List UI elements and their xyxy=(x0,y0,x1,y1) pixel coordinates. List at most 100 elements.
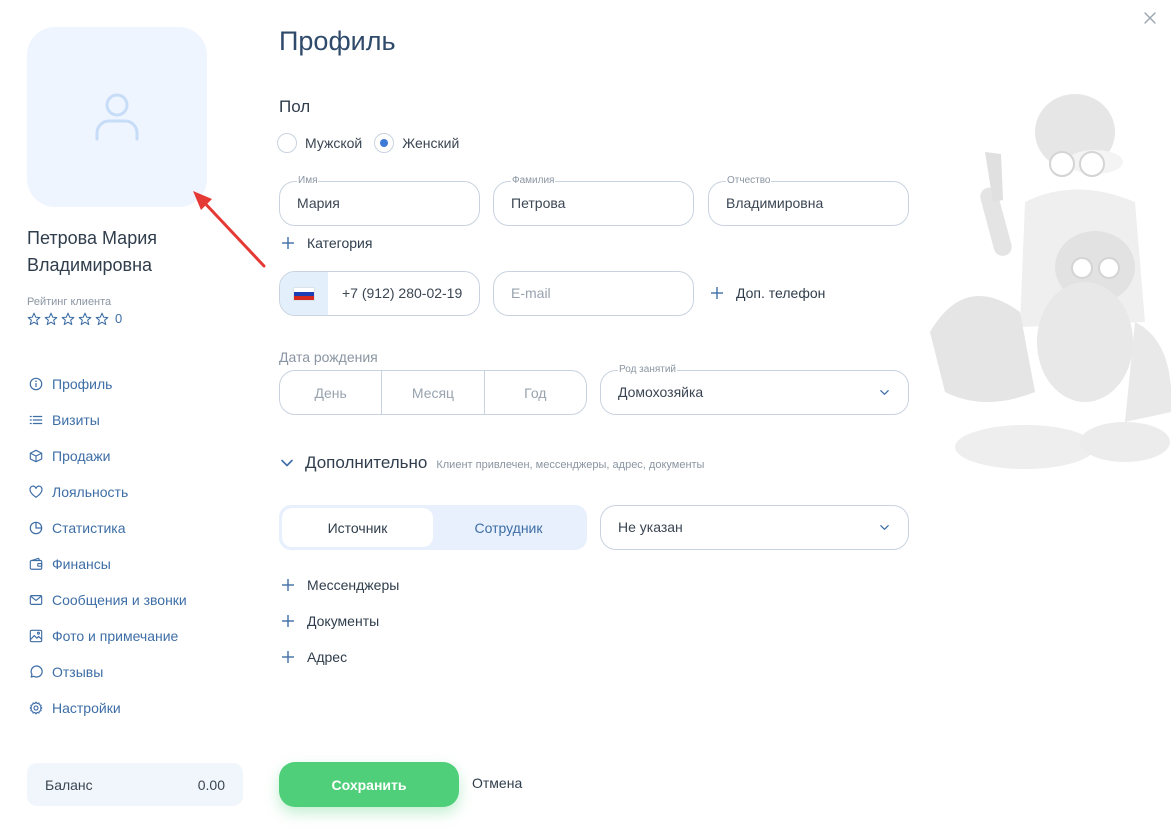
close-icon[interactable] xyxy=(1142,10,1158,26)
page-title: Профиль xyxy=(279,26,396,56)
star-icon[interactable] xyxy=(44,312,58,326)
sidebar-item-label: Финансы xyxy=(52,556,111,572)
sidebar-nav: Профиль Визиты Продажи Лояльность Статис… xyxy=(28,366,187,726)
balance-label: Баланс xyxy=(45,776,93,793)
dob-day-input[interactable]: День xyxy=(280,371,383,414)
additional-section-hint: Клиент привлечен, мессенджеры, адрес, до… xyxy=(436,458,705,471)
additional-section-title: Дополнительно xyxy=(305,453,428,472)
sidebar-item-label: Фото и примечание xyxy=(52,628,179,644)
info-icon xyxy=(28,376,44,392)
star-icon[interactable] xyxy=(78,312,92,326)
occupation-select[interactable]: Род занятий Домохозяйка xyxy=(600,364,909,415)
add-messengers-button[interactable]: Мессенджеры xyxy=(281,577,399,593)
add-category-label: Категория xyxy=(307,235,373,251)
user-icon xyxy=(95,93,139,141)
russia-flag-icon xyxy=(293,286,315,301)
sidebar-item-messages[interactable]: Сообщения и звонки xyxy=(28,582,187,618)
email-placeholder: E-mail xyxy=(511,285,551,301)
balance-card: Баланс 0.00 xyxy=(27,763,243,806)
sidebar-item-visits[interactable]: Визиты xyxy=(28,402,187,438)
sidebar-item-label: Профиль xyxy=(52,376,113,392)
plus-icon xyxy=(282,237,294,249)
add-address-button[interactable]: Адрес xyxy=(281,649,347,665)
dob-field-group: День Месяц Год xyxy=(279,370,587,415)
additional-section-toggle[interactable]: Дополнительно Клиент привлечен, мессендж… xyxy=(280,453,704,473)
chat-icon xyxy=(28,664,44,680)
plus-icon xyxy=(282,615,294,627)
add-documents-button[interactable]: Документы xyxy=(281,613,379,629)
source-select-value: Не указан xyxy=(618,519,683,535)
client-rating[interactable]: 0 xyxy=(27,311,122,326)
occupation-value: Домохозяйка xyxy=(618,384,704,400)
sidebar-item-label: Сообщения и звонки xyxy=(52,592,187,608)
chevron-down-icon xyxy=(880,525,889,530)
tab-employee[interactable]: Сотрудник xyxy=(433,508,584,547)
chevron-down-icon xyxy=(281,459,293,467)
gear-icon xyxy=(28,700,44,716)
patronymic-value: Владимировна xyxy=(726,195,824,211)
source-select[interactable]: Не указан xyxy=(600,505,909,550)
save-button[interactable]: Сохранить xyxy=(279,762,459,807)
sidebar-item-loyalty[interactable]: Лояльность xyxy=(28,474,187,510)
add-phone-label: Доп. телефон xyxy=(736,285,826,301)
client-name: Петрова Мария Владимировна xyxy=(27,228,158,275)
mail-icon xyxy=(28,592,44,608)
radio-label: Мужской xyxy=(305,135,363,151)
sidebar-item-finance[interactable]: Финансы xyxy=(28,546,187,582)
sidebar-item-label: Визиты xyxy=(52,412,100,428)
country-selector[interactable] xyxy=(280,272,328,315)
add-address-label: Адрес xyxy=(307,649,348,665)
sidebar-item-photo-notes[interactable]: Фото и примечание xyxy=(28,618,187,654)
sidebar-item-label: Отзывы xyxy=(52,664,104,680)
star-icon[interactable] xyxy=(95,312,109,326)
radio-circle[interactable] xyxy=(374,133,395,153)
sidebar-item-profile[interactable]: Профиль xyxy=(28,366,187,402)
sidebar-item-label: Лояльность xyxy=(52,484,129,500)
first-name-value: Мария xyxy=(297,195,340,211)
add-documents-label: Документы xyxy=(307,613,380,629)
sidebar-item-settings[interactable]: Настройки xyxy=(28,690,187,726)
star-icon[interactable] xyxy=(27,312,41,326)
add-phone-button[interactable]: Доп. телефон xyxy=(710,285,825,301)
gender-title: Пол xyxy=(279,97,311,116)
gender-radio-group: Мужской Женский xyxy=(277,133,471,153)
rating-label: Рейтинг клиента xyxy=(27,296,112,308)
source-toggle: Источник Сотрудник xyxy=(279,505,587,550)
email-field[interactable]: E-mail xyxy=(493,271,694,316)
radio-circle[interactable] xyxy=(277,133,297,153)
add-category-button[interactable]: Категория xyxy=(281,235,372,251)
pie-chart-icon xyxy=(28,520,44,536)
dob-year-input[interactable]: Год xyxy=(485,371,586,414)
chevron-down-icon xyxy=(880,390,889,395)
first-name-field[interactable]: Имя Мария xyxy=(279,175,480,226)
sidebar-item-statistics[interactable]: Статистика xyxy=(28,510,187,546)
sidebar-item-label: Продажи xyxy=(52,448,111,464)
balance-value: 0.00 xyxy=(197,776,225,793)
plus-icon xyxy=(282,579,294,591)
heart-icon xyxy=(28,484,44,500)
sidebar-item-label: Настройки xyxy=(52,700,121,716)
dob-month-input[interactable]: Месяц xyxy=(382,371,485,414)
gender-female-radio[interactable]: Женский xyxy=(374,133,459,153)
gender-male-radio[interactable]: Мужской xyxy=(277,133,362,153)
rating-value: 0 xyxy=(115,311,123,326)
star-icon[interactable] xyxy=(61,312,75,326)
patronymic-field[interactable]: Отчество Владимировна xyxy=(708,175,909,226)
phone-field[interactable]: +7 (912) 280-02-19 xyxy=(279,271,480,316)
sidebar-item-reviews[interactable]: Отзывы xyxy=(28,654,187,690)
add-messengers-label: Мессенджеры xyxy=(307,577,400,593)
tab-source[interactable]: Источник xyxy=(282,508,433,547)
plus-icon xyxy=(282,651,294,663)
last-name-value: Петрова xyxy=(511,195,566,211)
box-icon xyxy=(28,448,44,464)
list-icon xyxy=(28,412,44,428)
image-icon xyxy=(28,628,44,644)
character-illustration xyxy=(930,94,1171,469)
cancel-button[interactable]: Отмена xyxy=(472,775,522,791)
sidebar-item-sales[interactable]: Продажи xyxy=(28,438,187,474)
phone-value: +7 (912) 280-02-19 xyxy=(342,285,463,301)
radio-label: Женский xyxy=(402,135,460,151)
plus-icon xyxy=(711,287,723,299)
avatar[interactable] xyxy=(27,27,207,207)
last-name-field[interactable]: Фамилия Петрова xyxy=(493,175,694,226)
